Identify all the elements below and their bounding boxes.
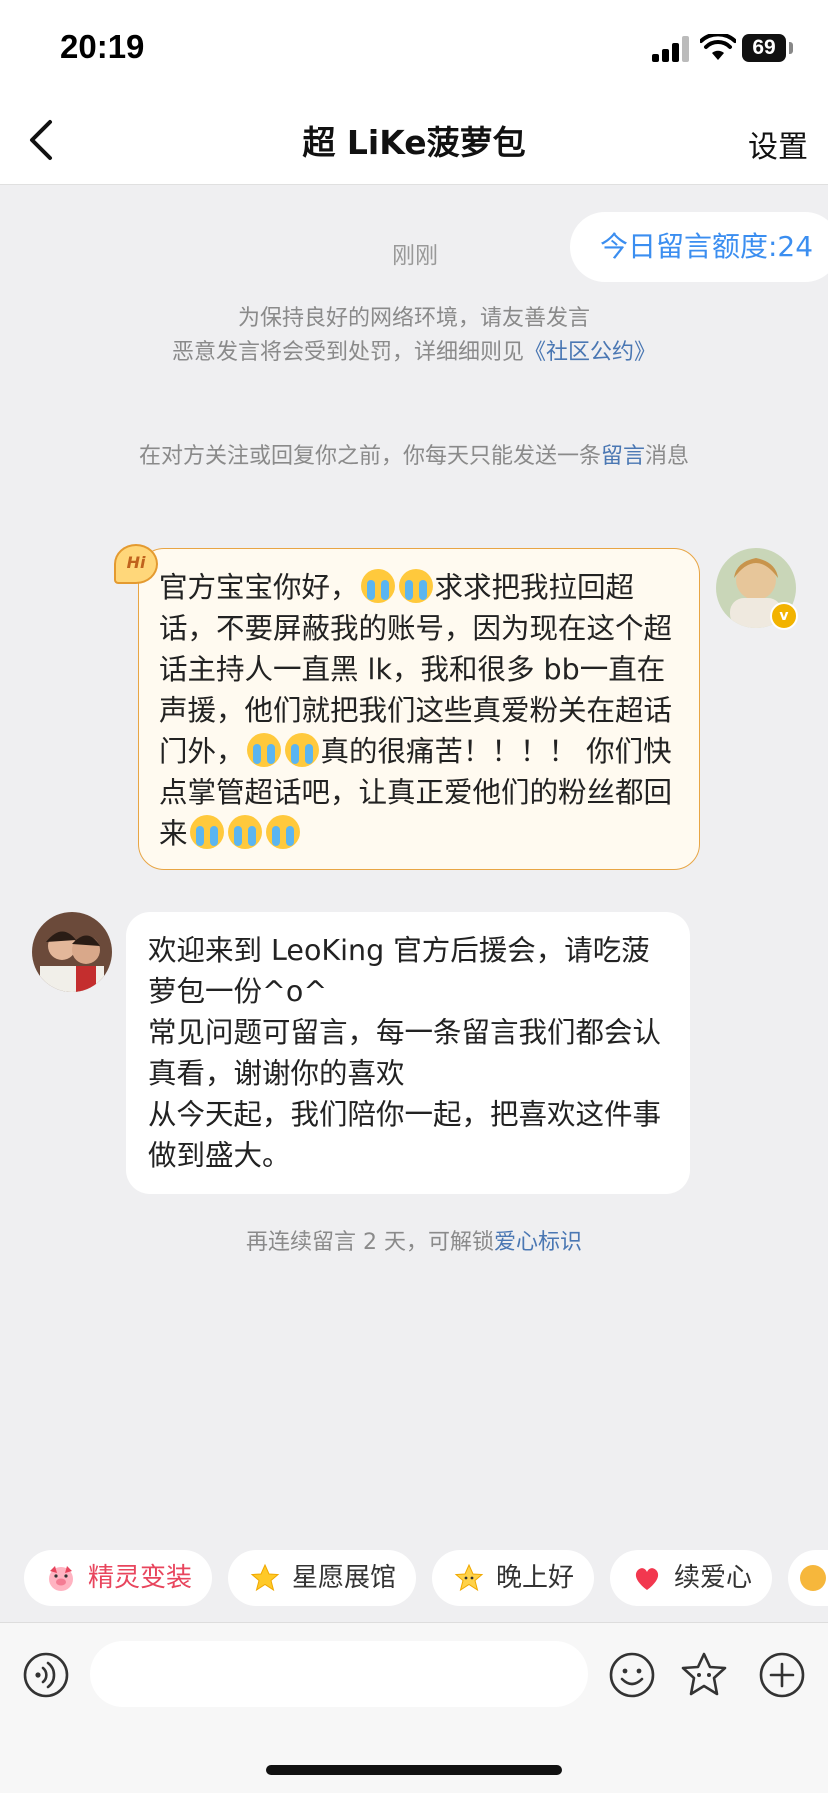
my-message-text-1: 官方宝宝你好， [159, 571, 359, 604]
battery-cap [789, 42, 793, 54]
add-icon[interactable] [758, 1651, 806, 1699]
chip-label: 精灵变装 [88, 1563, 193, 1593]
notice-text: 恶意发言将会受到处罚，详细细则见 [171, 340, 524, 365]
heart-badge-link[interactable]: 爱心标识 [494, 1230, 582, 1255]
crying-emoji-icon [398, 569, 433, 603]
community-rules-link[interactable]: 《社区公约》 [524, 340, 656, 365]
chip-good-evening[interactable]: 晚上好 [432, 1550, 594, 1606]
status-time: 20:19 [60, 28, 145, 65]
crying-emoji-icon [360, 569, 395, 603]
chip-wish-gallery[interactable]: 星愿展馆 [228, 1550, 416, 1606]
voice-icon[interactable] [22, 1651, 70, 1699]
crying-emoji-icon [227, 815, 262, 849]
home-indicator [266, 1765, 562, 1775]
quota-badge[interactable]: 今日留言额度:24 [570, 212, 828, 282]
crying-emoji-icon [284, 733, 319, 767]
battery-icon: 69 [742, 34, 786, 62]
message-link[interactable]: 留言 [601, 444, 645, 469]
page-title: 超 LiKe菠萝包 [302, 123, 526, 162]
reply-line-3: 从今天起，我们陪你一起，把喜欢这件事做到盛大。 [148, 1098, 662, 1172]
limit-text-prefix: 在对方关注或回复你之前，你每天只能发送一条 [138, 444, 601, 469]
heart-icon [635, 1568, 659, 1590]
unlock-text: 再连续留言 2 天，可解锁 [246, 1230, 494, 1255]
chip-partial[interactable] [788, 1550, 828, 1606]
wifi-icon [700, 34, 736, 60]
reply-line-2: 常见问题可留言，每一条留言我们都会认真看，谢谢你的喜欢 [148, 1016, 662, 1090]
settings-button[interactable]: 设置 [748, 122, 808, 166]
input-bar [0, 1622, 828, 1793]
cellular-signal-icon [652, 36, 690, 62]
chip-label: 续爱心 [674, 1563, 753, 1593]
crying-emoji-icon [189, 815, 224, 849]
unlock-hint: 再连续留言 2 天，可解锁爱心标识 [0, 1226, 828, 1260]
notice-line-2: 恶意发言将会受到处罚，详细细则见《社区公约》 [0, 336, 828, 370]
star-face-icon [454, 1563, 484, 1592]
emoji-icon[interactable] [608, 1651, 656, 1699]
message-input[interactable] [90, 1641, 588, 1707]
quick-action-chips: 精灵变装 星愿展馆 晚上好 续爱心 [0, 1550, 828, 1608]
reply-message-bubble[interactable]: 欢迎来到 LeoKing 官方后援会，请吃菠萝包一份^o^ 常见问题可留言，每一… [126, 912, 690, 1194]
partial-chip-icon [800, 1565, 826, 1591]
chip-label: 晚上好 [496, 1563, 575, 1593]
my-message-bubble[interactable]: 官方宝宝你好， 求求把我拉回超话，不要屏蔽我的账号，因为现在这个超话主持人一直黑 … [138, 548, 700, 870]
sticker-icon[interactable] [680, 1651, 728, 1699]
verified-badge-icon: v [770, 602, 798, 630]
chip-sprite-dressup[interactable]: 精灵变装 [24, 1550, 212, 1606]
message-time: 刚刚 [392, 243, 438, 269]
pig-sprite-icon [49, 1566, 73, 1591]
reply-line-1: 欢迎来到 LeoKing 官方后援会，请吃菠萝包一份^o^ [148, 934, 650, 1008]
hi-badge-icon: Hi [114, 544, 158, 584]
nav-bar: 超 LiKe菠萝包 设置 [0, 96, 828, 185]
status-bar: 20:19 69 [0, 0, 828, 96]
official-avatar[interactable] [32, 912, 112, 992]
notice-line-1: 为保持良好的网络环境，请友善发言 [237, 306, 590, 331]
star-icon [250, 1563, 280, 1592]
crying-emoji-icon [265, 815, 300, 849]
crying-emoji-icon [246, 733, 281, 767]
chip-continue-heart[interactable]: 续爱心 [610, 1550, 772, 1606]
chip-label: 星愿展馆 [292, 1563, 397, 1593]
message-limit-notice: 在对方关注或回复你之前，你每天只能发送一条留言消息 [0, 440, 828, 474]
limit-text-suffix: 消息 [645, 444, 690, 469]
